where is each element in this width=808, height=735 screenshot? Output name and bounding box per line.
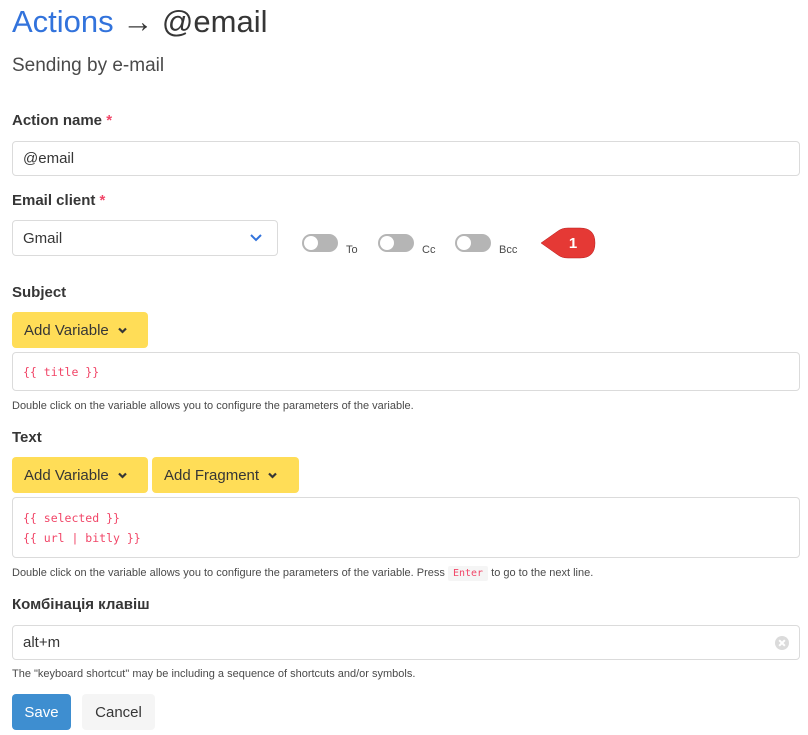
chevron-down-icon	[268, 472, 277, 479]
toggle-to[interactable]: To	[302, 234, 358, 256]
chevron-down-icon	[118, 327, 127, 334]
action-name-label: Action name *	[12, 112, 113, 129]
email-client-select[interactable]: Gmail	[12, 220, 278, 256]
to-label: To	[346, 244, 358, 256]
clear-icon[interactable]	[775, 636, 789, 650]
shortcut-help: The "keyboard shortcut" may be including…	[12, 668, 416, 680]
callout-number: 1	[569, 235, 577, 252]
text-help: Double click on the variable allows you …	[12, 566, 594, 581]
text-variable-url[interactable]: {{ url | bitly }}	[23, 531, 141, 545]
page-subtitle: Sending by e-mail	[12, 55, 165, 76]
subject-add-variable-button[interactable]: Add Variable	[12, 312, 148, 348]
text-variable-selected[interactable]: {{ selected }}	[23, 511, 120, 525]
toggle-cc[interactable]: Cc	[378, 234, 435, 256]
subject-editor[interactable]: {{ title }}	[12, 352, 800, 391]
subject-variable-title[interactable]: {{ title }}	[23, 365, 99, 379]
action-name-input[interactable]: @email	[12, 141, 800, 176]
breadcrumb-arrow: →	[122, 4, 154, 39]
chevron-down-icon	[250, 234, 262, 242]
bcc-switch[interactable]	[455, 234, 491, 252]
subject-label: Subject	[12, 284, 67, 301]
text-add-variable-button[interactable]: Add Variable	[12, 457, 148, 493]
text-label: Text	[12, 429, 42, 446]
text-add-fragment-button[interactable]: Add Fragment	[152, 457, 299, 493]
breadcrumb-actions-link[interactable]: Actions	[12, 4, 114, 39]
save-button[interactable]: Save	[12, 694, 71, 730]
subject-help: Double click on the variable allows you …	[12, 400, 414, 412]
breadcrumb-current: @email	[161, 4, 268, 39]
cancel-button[interactable]: Cancel	[82, 694, 155, 730]
to-switch[interactable]	[302, 234, 338, 252]
cc-switch[interactable]	[378, 234, 414, 252]
cc-label: Cc	[422, 244, 436, 256]
text-editor[interactable]: {{ selected }} {{ url | bitly }}	[12, 497, 800, 558]
enter-key-hint: Enter	[447, 566, 489, 581]
bcc-label: Bcc	[499, 244, 518, 256]
shortcut-label: Комбінація клавіш	[12, 596, 150, 613]
toggle-bcc[interactable]: Bcc	[455, 234, 517, 256]
callout-badge: 1	[540, 227, 596, 259]
chevron-down-icon	[118, 472, 127, 479]
page-title: Actions → @email	[12, 2, 267, 42]
shortcut-input[interactable]: alt+m	[12, 625, 800, 660]
email-client-label: Email client *	[12, 192, 106, 209]
